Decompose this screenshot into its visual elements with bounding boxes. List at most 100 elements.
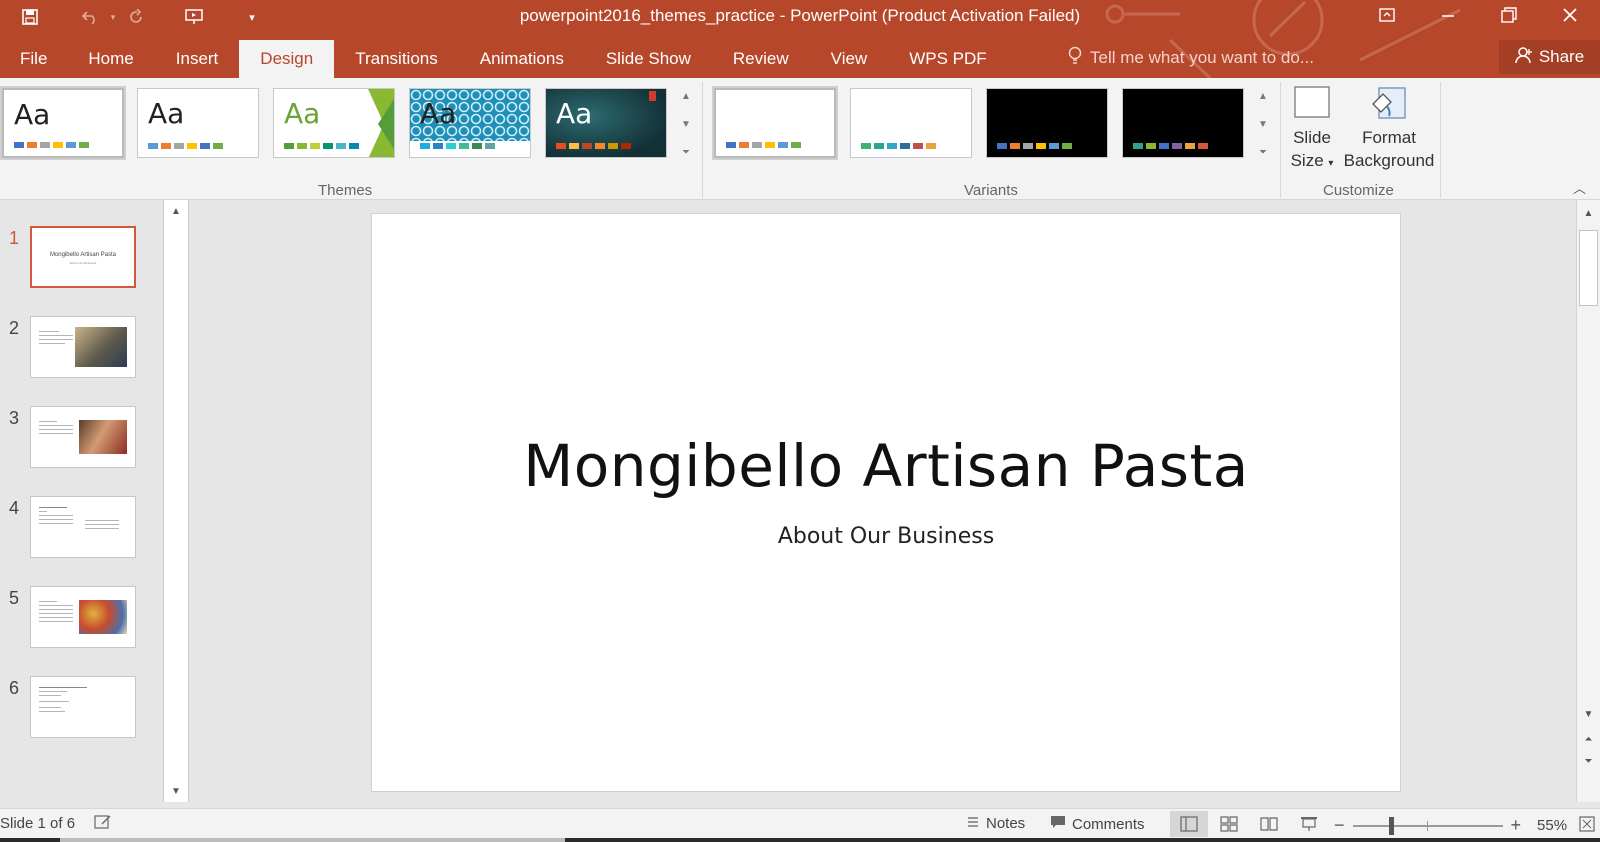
slide-number: 4 (9, 498, 20, 518)
ribbon-display-icon[interactable] (1356, 0, 1417, 30)
scroll-up-icon[interactable]: ▲ (1258, 84, 1268, 108)
scroll-down-icon[interactable]: ▼ (1577, 703, 1600, 725)
variant-tile-4[interactable] (1122, 88, 1244, 158)
theme-tile-ion[interactable]: Aa (545, 88, 667, 158)
reading-view-icon[interactable] (1250, 811, 1288, 837)
theme-tile-office[interactable]: Aa (2, 88, 124, 158)
color-swatch (765, 142, 775, 148)
scroll-up-icon[interactable]: ▲ (681, 84, 691, 108)
tab-wps-pdf[interactable]: WPS PDF (888, 40, 1007, 78)
normal-view-icon[interactable] (1170, 811, 1208, 837)
tab-slide-show[interactable]: Slide Show (585, 40, 712, 78)
tab-animations[interactable]: Animations (459, 40, 585, 78)
slide-scrollbar[interactable]: ▲ ▼ ⏶ ⏷ (1576, 200, 1600, 802)
scroll-up-icon[interactable]: ▲ (164, 200, 188, 222)
fit-to-window-icon[interactable] (1579, 815, 1595, 836)
color-swatch (739, 142, 749, 148)
minimize-icon[interactable] (1417, 0, 1478, 30)
color-swatch (200, 143, 210, 149)
thumbnail-slide-4[interactable]: 4 (0, 496, 160, 558)
color-swatch (459, 143, 469, 149)
theme-color-bars (284, 143, 359, 149)
color-swatch (791, 142, 801, 148)
color-swatch (621, 143, 631, 149)
comments-button[interactable]: Comments (1050, 815, 1145, 833)
notes-button[interactable]: Notes (966, 815, 1025, 832)
next-slide-icon[interactable]: ⏷ (1577, 750, 1600, 772)
color-swatch (887, 143, 897, 149)
more-icon[interactable]: ⏷ (1259, 140, 1267, 164)
chevron-down-icon: ▾ (1328, 158, 1334, 169)
theme-tile-integral[interactable]: Aa (409, 88, 531, 158)
variants-group-label: Variants (964, 182, 1018, 199)
close-icon[interactable] (1539, 0, 1600, 30)
previous-slide-icon[interactable]: ⏶ (1577, 728, 1600, 750)
zoom-out-icon[interactable]: − (1334, 815, 1345, 836)
slide-number: 6 (9, 678, 20, 698)
zoom-in-icon[interactable]: + (1511, 815, 1522, 836)
color-swatch (14, 142, 24, 148)
theme-tile-office-2[interactable]: Aa (137, 88, 259, 158)
tab-view[interactable]: View (810, 40, 889, 78)
color-swatch (148, 143, 158, 149)
color-swatch (1010, 143, 1020, 149)
group-separator (1280, 82, 1281, 198)
slide-title[interactable]: Mongibello Artisan Pasta (372, 432, 1400, 500)
zoom-control: − + 55% (1334, 815, 1595, 836)
slide-size-label-1: Slide (1293, 128, 1331, 147)
color-swatch (349, 143, 359, 149)
zoom-slider-knob[interactable] (1388, 816, 1394, 835)
thumbnail-slide-5[interactable]: 5 (0, 586, 160, 648)
variant-color-bars (861, 143, 936, 149)
spell-check-icon[interactable] (94, 814, 112, 834)
color-swatch (1049, 143, 1059, 149)
slide-sorter-icon[interactable] (1210, 811, 1248, 837)
thumbnail-slide-2[interactable]: 2 (0, 316, 160, 378)
scroll-down-icon[interactable]: ▼ (1258, 112, 1268, 136)
theme-glyph: Aa (284, 97, 321, 130)
color-swatch (608, 143, 618, 149)
slide-thumbnail (30, 316, 136, 378)
variant-tile-3[interactable] (986, 88, 1108, 158)
slide-subtitle[interactable]: About Our Business (372, 524, 1400, 549)
ribbon-tabs: File Home Insert Design Transitions Anim… (0, 40, 1008, 78)
zoom-level[interactable]: 55% (1537, 817, 1567, 834)
share-button[interactable]: Share (1499, 40, 1600, 74)
tell-me-search[interactable]: Tell me what you want to do... (1068, 44, 1314, 72)
slide-size-button[interactable]: Slide Size ▾ (1286, 84, 1338, 175)
color-swatch (595, 143, 605, 149)
color-swatch (997, 143, 1007, 149)
thumbnail-scrollbar[interactable]: ▲ ▼ (163, 200, 189, 802)
tab-file[interactable]: File (0, 40, 67, 78)
scroll-down-icon[interactable]: ▼ (681, 112, 691, 136)
thumbnail-slide-3[interactable]: 3 (0, 406, 160, 468)
themes-gallery-scroll: ▲ ▼ ⏷ (677, 84, 695, 164)
collapse-ribbon-icon[interactable]: ︿ (1573, 178, 1586, 197)
theme-tile-facet[interactable]: Aa (273, 88, 395, 158)
tab-home[interactable]: Home (67, 40, 154, 78)
restore-icon[interactable] (1478, 0, 1539, 30)
color-swatch (297, 143, 307, 149)
thumbnail-subtitle: About Our Business (69, 261, 97, 265)
tab-insert[interactable]: Insert (155, 40, 240, 78)
format-background-button[interactable]: Format Background (1342, 84, 1436, 172)
more-icon[interactable]: ⏷ (682, 140, 690, 164)
tab-design[interactable]: Design (239, 40, 335, 78)
scroll-down-icon[interactable]: ▼ (164, 780, 188, 802)
thumbnail-slide-1[interactable]: 1 Mongibello Artisan Pasta About Our Bus… (0, 226, 160, 288)
variant-tile-1[interactable] (714, 88, 836, 158)
color-swatch (433, 143, 443, 149)
thumbnail-slide-6[interactable]: 6 (0, 676, 160, 738)
tab-transitions[interactable]: Transitions (334, 40, 459, 78)
slide-thumbnail (30, 406, 136, 468)
zoom-slider[interactable] (1352, 816, 1503, 835)
slideshow-view-icon[interactable] (1290, 811, 1328, 837)
variant-tile-2[interactable] (850, 88, 972, 158)
current-slide[interactable]: Mongibello Artisan Pasta About Our Busin… (371, 213, 1401, 792)
design-ribbon: Aa Aa Aa Aa Aa ▲ ▼ ⏷ Themes ▲ ▼ ⏷ Varian… (0, 78, 1600, 200)
scrollbar-thumb[interactable] (1579, 230, 1598, 306)
taskbar-edge (0, 838, 1600, 842)
tab-review[interactable]: Review (712, 40, 810, 78)
share-label: Share (1538, 47, 1585, 66)
scroll-up-icon[interactable]: ▲ (1577, 202, 1600, 224)
